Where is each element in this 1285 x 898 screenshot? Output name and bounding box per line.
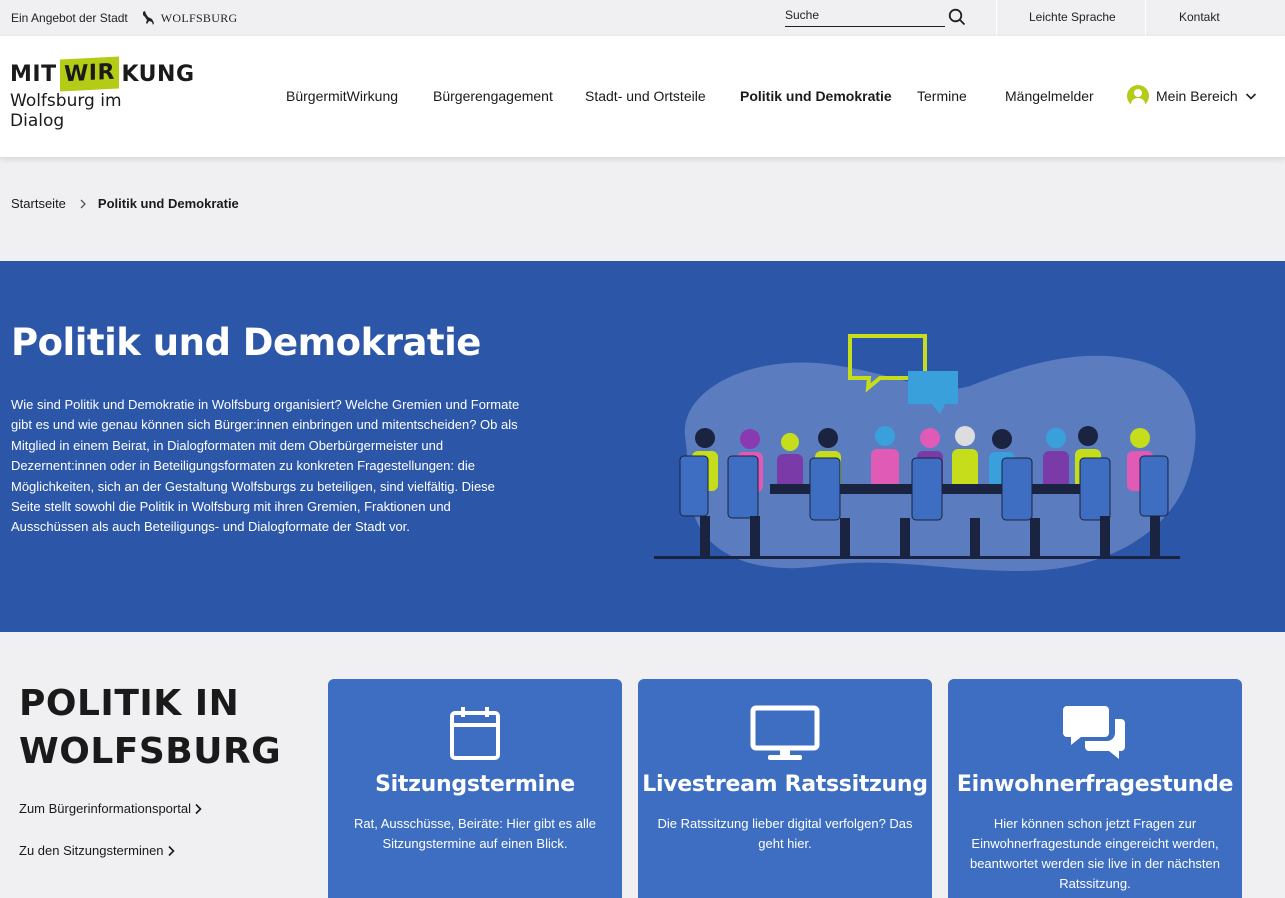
nav-termine[interactable]: Termine (917, 88, 967, 104)
card-livestream[interactable]: Livestream Ratssitzung Die Ratssitzung l… (638, 679, 932, 898)
chevron-right-icon (80, 199, 86, 208)
mein-bereich-label: Mein Bereich (1156, 88, 1238, 104)
user-icon (1127, 85, 1149, 107)
offer-text: Ein Angebot der Stadt (11, 11, 128, 25)
search-field[interactable] (785, 6, 945, 27)
main-header: MIT WIR KUNG Wolfsburg im Dialog Bürgerm… (0, 36, 1285, 157)
monitor-icon (638, 705, 932, 763)
breadcrumb-current: Politik und Demokratie (97, 196, 239, 211)
breadcrumb-home[interactable]: Startseite (11, 196, 66, 211)
divider (996, 0, 997, 36)
divider (1145, 0, 1146, 36)
nav-buergerengagement[interactable]: Bürgerengagement (433, 88, 553, 104)
search-input[interactable] (785, 7, 945, 22)
nav-maengelmelder[interactable]: Mängelmelder (1005, 88, 1094, 104)
logo-wordmark: MIT WIR KUNG (10, 56, 194, 92)
breadcrumb: Startseite Politik und Demokratie (11, 196, 239, 211)
section-title: POLITIK IN WOLFSBURG (19, 680, 309, 776)
card-sitzungstermine[interactable]: Sitzungstermine Rat, Ausschüsse, Beiräte… (328, 679, 622, 898)
chevron-right-icon (195, 803, 202, 814)
chat-bubbles-icon (948, 705, 1242, 763)
mein-bereich-menu[interactable]: Mein Bereich (1127, 85, 1257, 107)
section-title-line1: POLITIK IN (19, 683, 240, 724)
hero-section: Politik und Demokratie Wie sind Politik … (0, 261, 1285, 632)
card-text: Rat, Ausschüsse, Beiräte: Hier gibt es a… (353, 816, 597, 851)
logo-mit: MIT (10, 61, 57, 87)
link-label: Zu den Sitzungsterminen (19, 843, 164, 858)
city-offer: Ein Angebot der Stadt WOLFSBURG (11, 10, 237, 26)
card-text: Hier können schon jetzt Fragen zur Einwo… (969, 816, 1221, 891)
page-title: Politik und Demokratie (11, 321, 481, 364)
link-label: Zum Bürgerinformationsportal (19, 801, 191, 816)
meeting-illustration (654, 334, 1196, 571)
leichte-sprache-link[interactable]: Leichte Sprache (1029, 10, 1116, 24)
card-einwohnerfragestunde[interactable]: Einwohnerfragestunde Hier können schon j… (948, 679, 1242, 898)
hero-description: Wie sind Politik und Demokratie in Wolfs… (11, 397, 520, 535)
city-brand: WOLFSBURG (160, 10, 238, 25)
card-text: Die Ratssitzung lieber digital verfolgen… (657, 816, 913, 851)
nav-buergermitwirkung[interactable]: BürgermitWirkung (286, 88, 398, 104)
sitzungstermine-link[interactable]: Zu den Sitzungsterminen (19, 843, 175, 858)
card-title: Livestream Ratssitzung (642, 772, 928, 797)
nav-politik-demokratie[interactable]: Politik und Demokratie (740, 88, 892, 104)
section-title-line2: WOLFSBURG (19, 731, 282, 772)
wolf-icon (142, 11, 154, 25)
calendar-icon (328, 705, 622, 763)
logo-subtitle: Wolfsburg im Dialog (10, 91, 122, 131)
chevron-down-icon (1245, 93, 1256, 100)
mitwirkung-logo[interactable]: MIT WIR KUNG Wolfsburg im Dialog (10, 56, 194, 131)
card-title: Einwohnerfragestunde (956, 772, 1234, 797)
utility-bar: Ein Angebot der Stadt WOLFSBURG Leichte … (0, 0, 1285, 36)
logo-kung: KUNG (121, 61, 195, 87)
kontakt-link[interactable]: Kontakt (1179, 10, 1220, 24)
chevron-right-icon (167, 845, 175, 856)
search-icon[interactable] (948, 8, 966, 26)
card-title: Sitzungstermine (375, 772, 575, 797)
logo-wir: WIR (59, 56, 119, 92)
nav-stadt-ortsteile[interactable]: Stadt- und Ortsteile (585, 88, 706, 104)
buergerinformationsportal-link[interactable]: Zum Bürgerinformationsportal (19, 801, 202, 816)
